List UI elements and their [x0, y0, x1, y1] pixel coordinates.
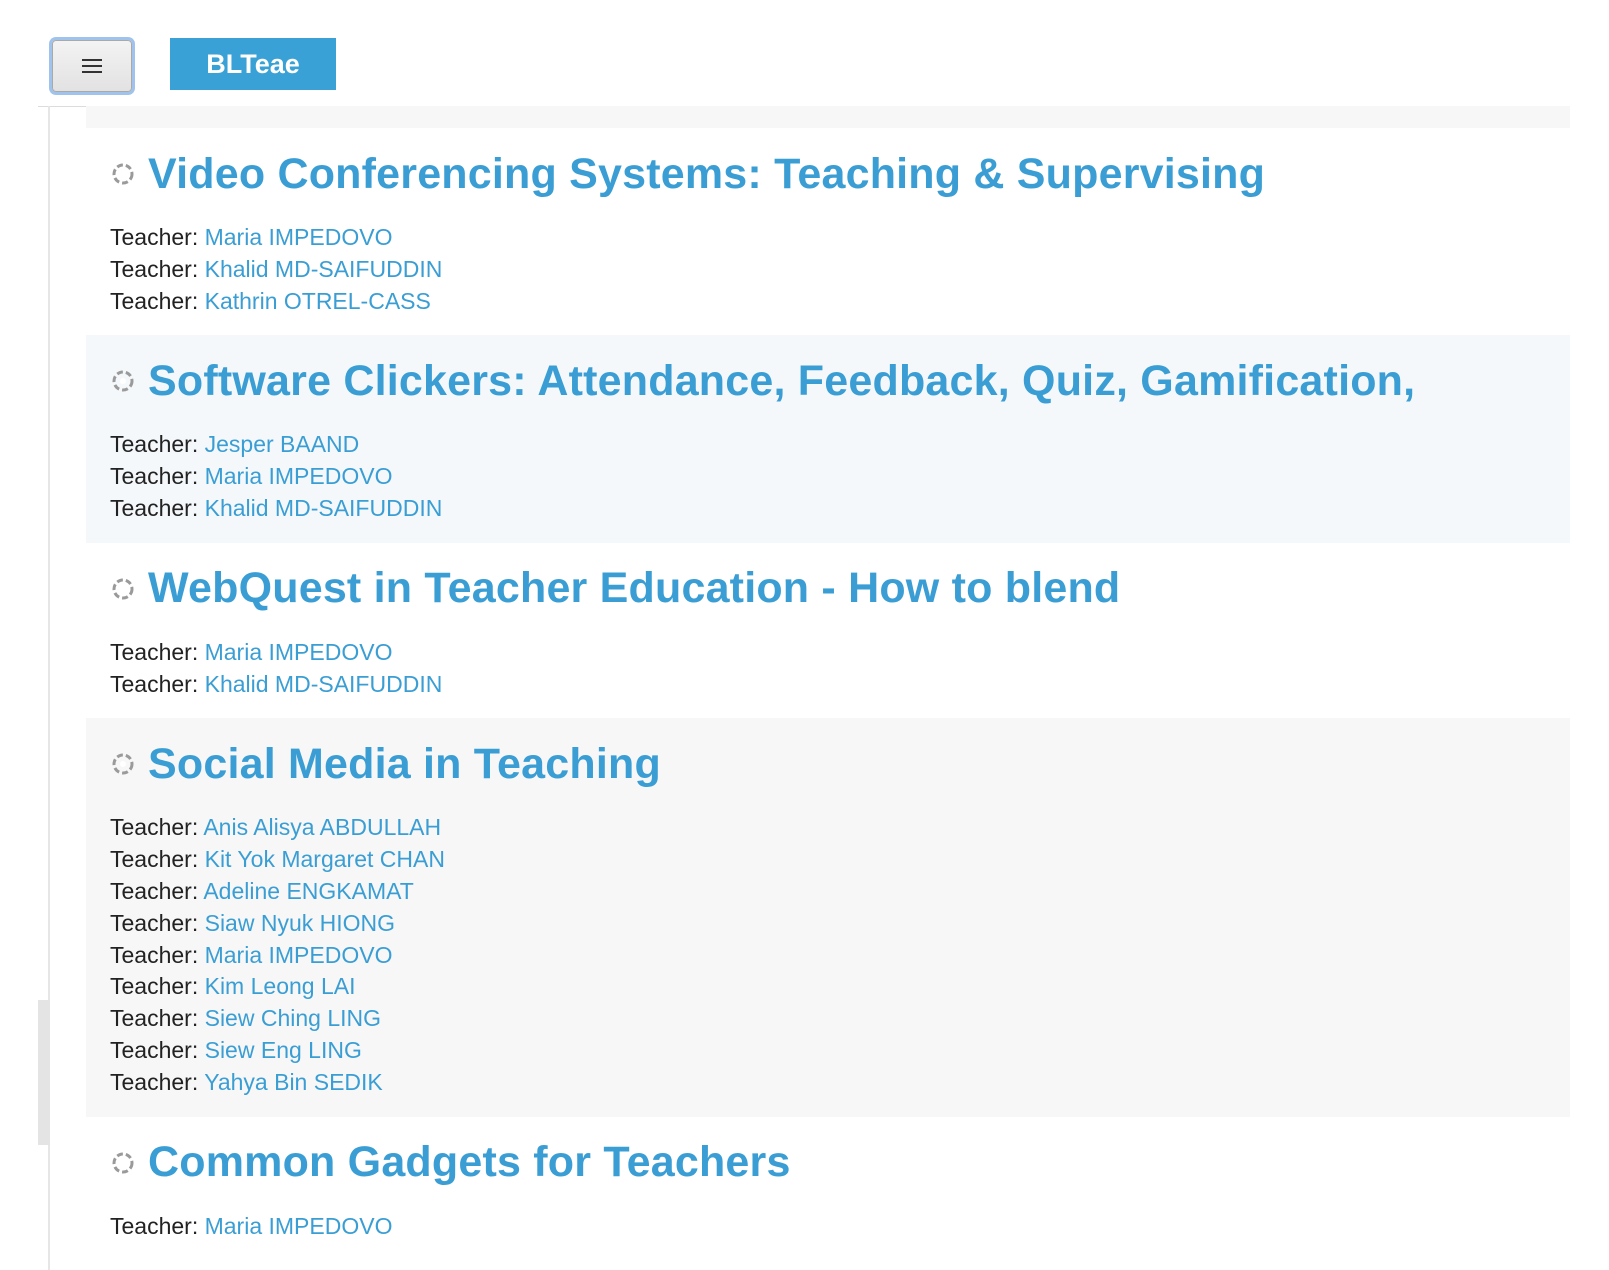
- course-icon: [112, 753, 134, 775]
- teacher-name-link[interactable]: Kit Yok Margaret CHAN: [205, 846, 445, 872]
- teacher-name-link[interactable]: Maria IMPEDOVO: [205, 942, 393, 968]
- teacher-name-link[interactable]: Maria IMPEDOVO: [205, 224, 393, 250]
- teacher-row: Teacher: Maria IMPEDOVO: [110, 637, 1570, 669]
- teacher-name-link[interactable]: Jesper BAAND: [205, 431, 360, 457]
- teacher-row: Teacher: Maria IMPEDOVO: [110, 1211, 1570, 1243]
- teacher-row: Teacher: Maria IMPEDOVO: [110, 461, 1570, 493]
- teacher-name-link[interactable]: Kathrin OTREL-CASS: [205, 288, 431, 314]
- teacher-label: Teacher:: [110, 973, 199, 1000]
- teacher-row: Teacher: Khalid MD-SAIFUDDIN: [110, 254, 1570, 286]
- course-title-row: Social Media in Teaching: [110, 730, 1570, 798]
- teacher-row: Teacher: Adeline ENGKAMAT: [110, 876, 1570, 908]
- course-title-link[interactable]: Video Conferencing Systems: Teaching & S…: [148, 150, 1265, 199]
- teacher-row: Teacher: Anis Alisya ABDULLAH: [110, 812, 1570, 844]
- teacher-name-link[interactable]: Kim Leong LAI: [205, 973, 356, 999]
- teacher-row: Teacher: Jesper BAAND: [110, 429, 1570, 461]
- course-title-link[interactable]: Social Media in Teaching: [148, 740, 661, 789]
- course-item: Social Media in Teaching Teacher: Anis A…: [86, 718, 1570, 1117]
- teacher-name-link[interactable]: Maria IMPEDOVO: [205, 1213, 393, 1239]
- teacher-name-link[interactable]: Khalid MD-SAIFUDDIN: [205, 671, 443, 697]
- teacher-label: Teacher:: [110, 1005, 199, 1032]
- teacher-row: Teacher: Siew Eng LING: [110, 1035, 1570, 1067]
- teacher-label: Teacher:: [110, 255, 199, 282]
- teacher-label: Teacher:: [110, 463, 199, 490]
- teacher-name-link[interactable]: Adeline ENGKAMAT: [203, 878, 413, 904]
- teacher-label: Teacher:: [110, 941, 199, 968]
- teacher-list: Teacher: Anis Alisya ABDULLAH Teacher: K…: [110, 812, 1570, 1116]
- teacher-list: Teacher: Maria IMPEDOVO: [110, 1211, 1570, 1261]
- teacher-name-link[interactable]: Yahya Bin SEDIK: [204, 1069, 383, 1095]
- course-title-row: Video Conferencing Systems: Teaching & S…: [110, 140, 1570, 208]
- teacher-label: Teacher:: [110, 1036, 199, 1063]
- teacher-label: Teacher:: [110, 814, 199, 841]
- teacher-row: Teacher: Kathrin OTREL-CASS: [110, 286, 1570, 318]
- left-shade: [38, 1000, 50, 1145]
- course-item: Video Conferencing Systems: Teaching & S…: [86, 128, 1570, 335]
- teacher-label: Teacher:: [110, 1212, 199, 1239]
- list-top-strip: [86, 106, 1570, 128]
- course-title-row: Common Gadgets for Teachers: [110, 1129, 1570, 1197]
- teacher-row: Teacher: Maria IMPEDOVO: [110, 940, 1570, 972]
- teacher-label: Teacher:: [110, 431, 199, 458]
- teacher-row: Teacher: Kit Yok Margaret CHAN: [110, 844, 1570, 876]
- course-list: Video Conferencing Systems: Teaching & S…: [86, 106, 1570, 1260]
- page: BLTeae Video Conferencing Systems: Teach…: [0, 0, 1609, 1270]
- teacher-row: Teacher: Yahya Bin SEDIK: [110, 1067, 1570, 1099]
- teacher-row: Teacher: Siaw Nyuk HIONG: [110, 908, 1570, 940]
- course-icon: [112, 1152, 134, 1174]
- teacher-name-link[interactable]: Siew Ching LING: [205, 1005, 381, 1031]
- course-icon: [112, 370, 134, 392]
- teacher-label: Teacher:: [110, 494, 199, 521]
- course-icon: [112, 578, 134, 600]
- teacher-label: Teacher:: [110, 224, 199, 250]
- teacher-name-link[interactable]: Siaw Nyuk HIONG: [205, 910, 395, 936]
- hamburger-icon: [82, 59, 102, 73]
- teacher-label: Teacher:: [110, 909, 199, 936]
- teacher-row: Teacher: Kim Leong LAI: [110, 971, 1570, 1003]
- teacher-label: Teacher:: [110, 287, 199, 314]
- course-item: Common Gadgets for Teachers Teacher: Mar…: [86, 1117, 1570, 1261]
- teacher-label: Teacher:: [110, 877, 199, 904]
- teacher-name-link[interactable]: Khalid MD-SAIFUDDIN: [205, 495, 443, 521]
- course-title-row: WebQuest in Teacher Education - How to b…: [110, 555, 1570, 623]
- teacher-name-link[interactable]: Khalid MD-SAIFUDDIN: [205, 256, 443, 282]
- course-title-link[interactable]: WebQuest in Teacher Education - How to b…: [148, 564, 1120, 613]
- teacher-row: Teacher: Maria IMPEDOVO: [110, 222, 1570, 254]
- teacher-name-link[interactable]: Anis Alisya ABDULLAH: [203, 814, 441, 840]
- teacher-label: Teacher:: [110, 638, 199, 665]
- course-title-link[interactable]: Software Clickers: Attendance, Feedback,…: [148, 357, 1415, 406]
- teacher-row: Teacher: Khalid MD-SAIFUDDIN: [110, 493, 1570, 525]
- course-title-row: Software Clickers: Attendance, Feedback,…: [110, 347, 1570, 415]
- teacher-name-link[interactable]: Siew Eng LING: [205, 1037, 362, 1063]
- course-item: WebQuest in Teacher Education - How to b…: [86, 543, 1570, 719]
- teacher-list: Teacher: Maria IMPEDOVO Teacher: Khalid …: [110, 222, 1570, 335]
- teacher-label: Teacher:: [110, 1068, 199, 1095]
- top-navbar: BLTeae: [38, 36, 1570, 107]
- course-icon: [112, 163, 134, 185]
- teacher-list: Teacher: Maria IMPEDOVO Teacher: Khalid …: [110, 637, 1570, 719]
- course-item: Software Clickers: Attendance, Feedback,…: [86, 335, 1570, 543]
- teacher-row: Teacher: Siew Ching LING: [110, 1003, 1570, 1035]
- menu-toggle-button[interactable]: [52, 40, 132, 92]
- teacher-label: Teacher:: [110, 670, 199, 697]
- teacher-label: Teacher:: [110, 846, 199, 873]
- course-title-link[interactable]: Common Gadgets for Teachers: [148, 1138, 791, 1187]
- teacher-row: Teacher: Khalid MD-SAIFUDDIN: [110, 669, 1570, 701]
- teacher-name-link[interactable]: Maria IMPEDOVO: [205, 463, 393, 489]
- site-brand-link[interactable]: BLTeae: [170, 38, 336, 90]
- teacher-list: Teacher: Jesper BAAND Teacher: Maria IMP…: [110, 429, 1570, 542]
- teacher-name-link[interactable]: Maria IMPEDOVO: [205, 639, 393, 665]
